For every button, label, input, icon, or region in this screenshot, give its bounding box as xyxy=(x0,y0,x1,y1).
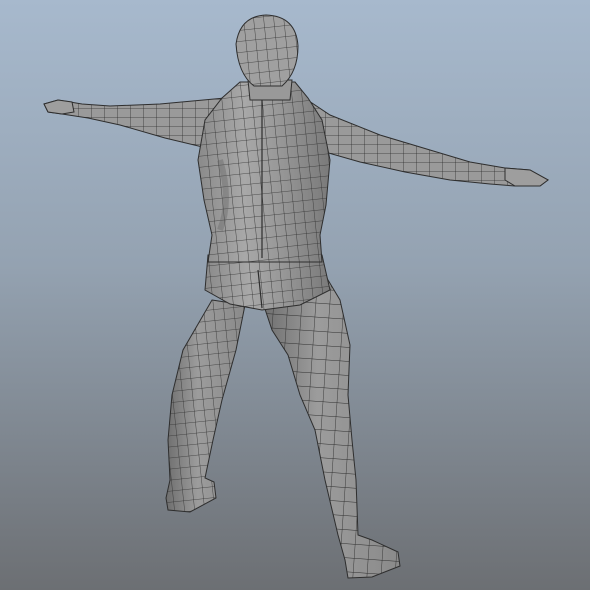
left-leg xyxy=(165,299,246,513)
right-hand xyxy=(504,167,549,187)
human-base-mesh[interactable] xyxy=(0,0,590,590)
left-hand xyxy=(43,99,75,115)
right-leg xyxy=(261,269,401,579)
torso xyxy=(197,81,331,263)
3d-viewport[interactable] xyxy=(0,0,590,590)
